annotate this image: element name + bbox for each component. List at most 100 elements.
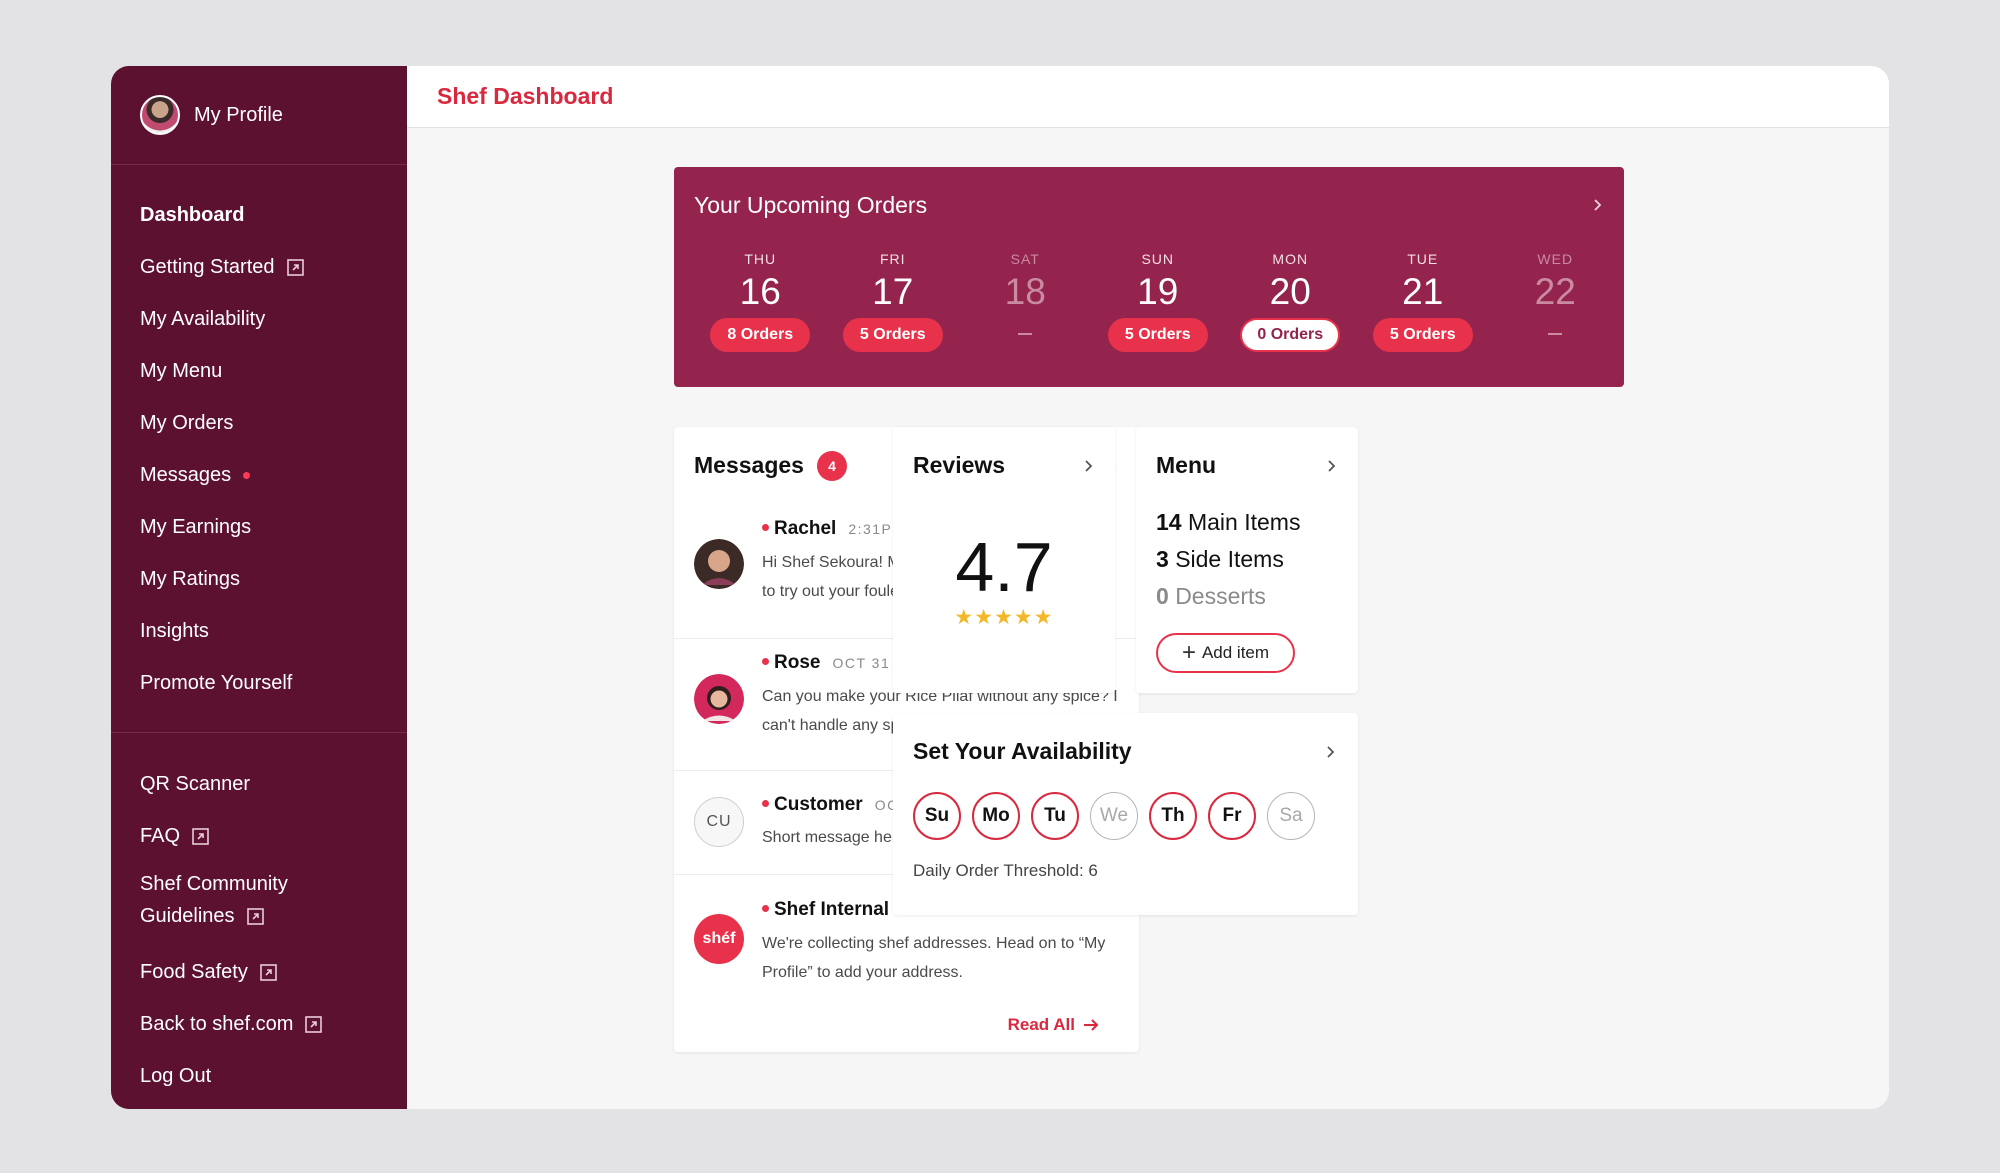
read-all-label: Read All bbox=[1007, 1015, 1075, 1034]
star-rating-icon: ★★★★★ bbox=[954, 606, 1054, 629]
sidebar-item-qr-scanner[interactable]: QR Scanner bbox=[111, 758, 407, 810]
upcoming-day: WED 22 bbox=[1489, 251, 1622, 352]
day-name: THU bbox=[744, 251, 777, 267]
orders-count-pill[interactable]: 0 Orders bbox=[1240, 318, 1341, 352]
avatar bbox=[694, 674, 744, 724]
label: Main Items bbox=[1187, 509, 1301, 535]
sidebar-item-label: Food Safety bbox=[140, 960, 248, 983]
day-name: SUN bbox=[1141, 251, 1175, 267]
sidebar-item-label: My Menu bbox=[140, 359, 223, 382]
primary-nav: Dashboard Getting Started My Availabilit… bbox=[111, 165, 407, 709]
availability-card: Set Your Availability Su Mo Tu We Th Fr … bbox=[893, 713, 1358, 915]
external-link-icon bbox=[305, 1015, 323, 1033]
sidebar-item-menu[interactable]: My Menu bbox=[111, 345, 407, 397]
availability-title: Set Your Availability bbox=[913, 738, 1132, 764]
avatar bbox=[140, 95, 180, 135]
top-bar: Shef Dashboard bbox=[407, 66, 1889, 128]
guidelines-line-2: Guidelines bbox=[140, 905, 235, 927]
external-link-icon bbox=[286, 258, 304, 276]
day-toggle-thursday[interactable]: Th bbox=[1149, 792, 1197, 840]
day-number: 21 bbox=[1402, 271, 1444, 312]
message-preview: We're collecting shef addresses. Head on… bbox=[762, 935, 1106, 981]
sidebar-item-label: My Earnings bbox=[140, 515, 252, 538]
orders-count-pill[interactable]: 5 Orders bbox=[1372, 318, 1473, 352]
sidebar-item-availability[interactable]: My Availability bbox=[111, 293, 407, 345]
day-number: 16 bbox=[739, 271, 781, 312]
sidebar-item-getting-started[interactable]: Getting Started bbox=[111, 241, 407, 293]
app-window: My Profile Dashboard Getting Started My … bbox=[111, 66, 1889, 1109]
profile-link[interactable]: My Profile bbox=[111, 66, 407, 165]
unread-dot bbox=[762, 658, 769, 665]
sidebar-item-promote[interactable]: Promote Yourself bbox=[111, 657, 407, 709]
orders-count-pill[interactable]: 5 Orders bbox=[1107, 318, 1208, 352]
upcoming-day[interactable]: THU 16 8 Orders bbox=[694, 251, 827, 352]
upcoming-day[interactable]: FRI 17 5 Orders bbox=[827, 251, 960, 352]
chevron-right-icon[interactable] bbox=[1325, 746, 1337, 758]
day-toggle-wednesday[interactable]: We bbox=[1090, 792, 1138, 840]
side-items-count: 3 Side Items bbox=[1156, 546, 1284, 573]
messages-title: Messages bbox=[694, 452, 804, 478]
sidebar-item-label: Log Out bbox=[140, 1064, 212, 1087]
menu-title: Menu bbox=[1156, 452, 1217, 478]
day-toggle-saturday[interactable]: Sa bbox=[1267, 792, 1315, 840]
upcoming-day[interactable]: TUE 21 5 Orders bbox=[1357, 251, 1490, 352]
upcoming-day[interactable]: MON 20 0 Orders bbox=[1224, 251, 1357, 352]
upcoming-orders-title: Your Upcoming Orders bbox=[694, 192, 928, 218]
unread-dot bbox=[762, 524, 769, 531]
upcoming-day: SAT 18 bbox=[959, 251, 1092, 352]
sidebar-item-ratings[interactable]: My Ratings bbox=[111, 553, 407, 605]
label: Desserts bbox=[1175, 583, 1266, 609]
unread-dot bbox=[762, 905, 769, 912]
read-all-link[interactable]: Read All bbox=[1008, 1015, 1099, 1035]
daily-order-threshold: Daily Order Threshold: 6 bbox=[913, 861, 1098, 880]
day-toggle-sunday[interactable]: Su bbox=[913, 792, 961, 840]
sidebar-item-label: Promote Yourself bbox=[140, 671, 293, 694]
sidebar: My Profile Dashboard Getting Started My … bbox=[111, 66, 407, 1109]
sidebar-item-label: My Orders bbox=[140, 411, 234, 434]
day-number: 20 bbox=[1269, 271, 1311, 312]
upcoming-orders-card[interactable]: Your Upcoming Orders THU 16 8 Orders FRI… bbox=[674, 167, 1624, 387]
day-toggle-tuesday[interactable]: Tu bbox=[1031, 792, 1079, 840]
day-name: FRI bbox=[879, 251, 906, 267]
sidebar-item-back-to-shef[interactable]: Back to shef.com bbox=[111, 998, 407, 1050]
sidebar-item-food-safety[interactable]: Food Safety bbox=[111, 946, 407, 998]
day-name: SAT bbox=[1010, 251, 1040, 267]
orders-count-pill[interactable]: 5 Orders bbox=[842, 318, 943, 352]
reviews-card[interactable]: Reviews 4.7 ★★★★★ bbox=[893, 427, 1115, 693]
chevron-right-icon[interactable] bbox=[1326, 460, 1338, 472]
count: 0 bbox=[1156, 583, 1169, 609]
message-sender: Rachel 2:31PM bbox=[762, 518, 906, 540]
sidebar-item-community-guidelines[interactable]: Shef Community Guidelines bbox=[111, 862, 407, 946]
sidebar-item-orders[interactable]: My Orders bbox=[111, 397, 407, 449]
add-item-button[interactable]: + Add item bbox=[1156, 633, 1295, 673]
initials-avatar: CU bbox=[694, 797, 744, 847]
chevron-right-icon[interactable] bbox=[1083, 460, 1095, 472]
menu-card: Menu 14 Main Items 3 Side Items 0 Desser… bbox=[1136, 427, 1358, 693]
sidebar-item-faq[interactable]: FAQ bbox=[111, 810, 407, 862]
day-name: MON bbox=[1272, 251, 1309, 267]
chevron-right-icon[interactable] bbox=[1592, 199, 1604, 211]
sender-name: Rose bbox=[774, 652, 821, 673]
upcoming-day[interactable]: SUN 19 5 Orders bbox=[1092, 251, 1225, 352]
day-number: 19 bbox=[1137, 271, 1179, 312]
sidebar-item-earnings[interactable]: My Earnings bbox=[111, 501, 407, 553]
sidebar-item-label: QR Scanner bbox=[140, 772, 251, 795]
shef-logo: shéf bbox=[694, 914, 744, 964]
sidebar-item-label: FAQ bbox=[140, 824, 181, 847]
sidebar-item-dashboard[interactable]: Dashboard bbox=[111, 189, 407, 241]
page-title: Shef Dashboard bbox=[437, 83, 614, 109]
message-time: OCT 31 bbox=[832, 655, 891, 671]
external-link-icon bbox=[260, 963, 277, 981]
add-item-label: Add item bbox=[1201, 643, 1270, 662]
plus-icon: + bbox=[1181, 639, 1196, 666]
secondary-nav: QR Scanner FAQ Shef Community Guidelines… bbox=[111, 733, 407, 1102]
sidebar-item-insights[interactable]: Insights bbox=[111, 605, 407, 657]
day-toggle-monday[interactable]: Mo bbox=[972, 792, 1020, 840]
sidebar-item-messages[interactable]: Messages bbox=[111, 449, 407, 501]
sidebar-item-logout[interactable]: Log Out bbox=[111, 1050, 407, 1102]
orders-count-pill[interactable]: 8 Orders bbox=[710, 318, 811, 352]
sidebar-item-label: Shef Community Guidelines bbox=[140, 868, 288, 932]
upcoming-days: THU 16 8 Orders FRI 17 5 Orders SAT 18 S… bbox=[674, 251, 1624, 352]
sidebar-item-label: My Availability bbox=[140, 307, 266, 330]
day-toggle-friday[interactable]: Fr bbox=[1208, 792, 1256, 840]
